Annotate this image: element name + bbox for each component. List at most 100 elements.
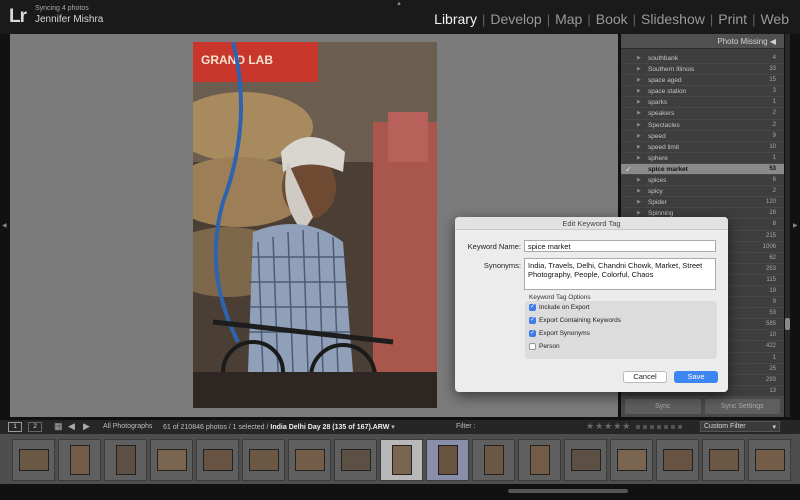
expand-triangle-icon[interactable]: ▶ [637, 77, 641, 83]
module-book[interactable]: Book [591, 11, 633, 27]
custom-filter-select[interactable]: Custom Filter ▾ [700, 421, 780, 432]
module-print[interactable]: Print [713, 11, 752, 27]
filmstrip-cell[interactable] [564, 439, 607, 481]
option-export-containing-keywords[interactable]: ✓ Export Containing Keywords [529, 317, 621, 324]
grid-view-icon[interactable]: ▦ [54, 421, 63, 432]
filmstrip-cell[interactable] [472, 439, 515, 481]
keyword-row[interactable]: ▶ spices 6 [621, 175, 784, 187]
keyword-name: Spectacles [648, 121, 680, 129]
filmstrip-cell[interactable] [702, 439, 745, 481]
expand-triangle-icon[interactable]: ▶ [637, 55, 641, 61]
save-button[interactable]: Save [674, 371, 718, 383]
filmstrip-cell[interactable] [104, 439, 147, 481]
secondary-monitor-button[interactable]: 2 [28, 422, 42, 432]
option-export-synonyms[interactable]: ✓ Export Synonyms [529, 330, 590, 337]
color-label-filter[interactable] [636, 425, 682, 429]
cancel-button[interactable]: Cancel [623, 371, 667, 383]
expand-triangle-icon[interactable]: ▶ [637, 122, 641, 128]
filmstrip-thumbnail [709, 449, 739, 471]
keyword-row[interactable]: ▶ Southern Illinois 33 [621, 64, 784, 76]
collapse-left-icon[interactable]: ◀ [2, 222, 7, 229]
filmstrip-cell[interactable] [426, 439, 469, 481]
keyword-name-input[interactable] [524, 240, 716, 252]
panel-scroll-thumb[interactable] [785, 318, 790, 330]
source-label[interactable]: All Photographs [103, 423, 152, 430]
keyword-row[interactable]: ▶ speed 9 [621, 131, 784, 142]
expand-triangle-icon[interactable]: ▶ [637, 66, 641, 72]
checkbox[interactable]: ✓ [529, 317, 536, 324]
filmstrip-cell[interactable] [150, 439, 193, 481]
back-arrow-icon[interactable]: ◀ [68, 421, 75, 432]
filename-menu-icon[interactable]: ▾ [389, 424, 395, 431]
panel-scrollbar[interactable] [785, 34, 790, 417]
keyword-name-label: Keyword Name: [467, 242, 521, 251]
panel-header[interactable]: Photo Missing ◀ [621, 34, 784, 49]
filmstrip-cell[interactable] [518, 439, 561, 481]
keyword-row[interactable]: ▶ Spider 120 [621, 197, 784, 209]
option-include-on-export[interactable]: ✓ Include on Export [529, 304, 590, 311]
keyword-row[interactable]: ▶ speakers 2 [621, 108, 784, 120]
option-person[interactable]: Person [529, 343, 560, 350]
module-library[interactable]: Library [429, 11, 482, 27]
filmstrip-cell[interactable] [656, 439, 699, 481]
synonyms-input[interactable]: India, Travels, Delhi, Chandni Chowk, Ma… [524, 258, 716, 290]
sync-settings-button[interactable]: Sync Settings [704, 399, 780, 414]
expand-triangle-icon[interactable]: ▶ [637, 188, 641, 194]
module-map[interactable]: Map [550, 11, 587, 27]
module-slideshow[interactable]: Slideshow [636, 11, 710, 27]
photo-count-text: 61 of 210846 photos / 1 selected / [163, 424, 271, 431]
expand-triangle-icon[interactable]: ▶ [637, 177, 641, 183]
filmstrip-cell[interactable] [196, 439, 239, 481]
filmstrip-cell[interactable] [748, 439, 791, 481]
expand-triangle-icon[interactable]: ▶ [637, 133, 641, 139]
sync-button[interactable]: Sync [625, 399, 701, 414]
module-web[interactable]: Web [755, 11, 794, 27]
keyword-name: spices [648, 177, 667, 185]
keyword-row[interactable]: ▶ sparks 1 [621, 97, 784, 109]
expand-triangle-icon[interactable]: ▶ [637, 144, 641, 150]
collapse-right-icon[interactable]: ▶ [793, 222, 798, 229]
checkbox[interactable]: ✓ [529, 330, 536, 337]
filmstrip-scroll-thumb[interactable] [508, 489, 628, 493]
filmstrip-cell[interactable] [58, 439, 101, 481]
collapse-top-icon[interactable]: ▲ [396, 1, 402, 7]
expand-triangle-icon[interactable]: ▶ [637, 88, 641, 94]
keyword-row[interactable]: ▶ Spectacles 2 [621, 120, 784, 131]
keyword-row[interactable]: ▶ southbank 4 [621, 53, 784, 65]
keyword-row[interactable]: ✓ ▶ spice market 53 [621, 163, 784, 176]
keyword-row[interactable]: ▶ sphere 1 [621, 153, 784, 164]
module-develop[interactable]: Develop [485, 11, 546, 27]
rating-filter[interactable]: ★★★★★ [586, 421, 631, 432]
filmstrip-cell[interactable] [242, 439, 285, 481]
filmstrip-cell[interactable] [12, 439, 55, 481]
filmstrip-scrollbar[interactable] [0, 486, 800, 500]
checkbox[interactable] [529, 343, 536, 350]
filmstrip-cell[interactable] [380, 439, 423, 481]
keyword-name: space aged [648, 77, 682, 85]
expand-triangle-icon[interactable]: ▶ [637, 99, 641, 105]
expand-triangle-icon[interactable]: ▶ [637, 166, 641, 172]
collapse-panel-icon[interactable]: ◀ [770, 37, 776, 46]
expand-triangle-icon[interactable]: ▶ [637, 210, 641, 216]
keyword-name: spicy [648, 188, 663, 196]
filmstrip-cell[interactable] [288, 439, 331, 481]
forward-arrow-icon[interactable]: ▶ [83, 421, 90, 432]
checkbox[interactable]: ✓ [529, 304, 536, 311]
keyword-row[interactable]: ▶ spicy 2 [621, 186, 784, 198]
filmstrip-thumbnail [295, 449, 325, 471]
photo-artwork: GRAND LAB [193, 42, 437, 408]
filmstrip-cell[interactable] [610, 439, 653, 481]
keyword-row[interactable]: ▶ space station 3 [621, 86, 784, 98]
keyword-row[interactable]: ▶ speed limit 10 [621, 142, 784, 153]
custom-filter-value: Custom Filter [704, 423, 746, 430]
expand-triangle-icon[interactable]: ▶ [637, 110, 641, 116]
filmstrip-cell[interactable] [334, 439, 377, 481]
expand-triangle-icon[interactable]: ▶ [637, 155, 641, 161]
keyword-check-icon[interactable]: ✓ [625, 165, 632, 174]
expand-triangle-icon[interactable]: ▶ [637, 199, 641, 205]
sync-status[interactable]: Syncing 4 photos [35, 5, 89, 12]
primary-monitor-button[interactable]: 1 [8, 422, 22, 432]
keyword-row[interactable]: ▶ space aged 15 [621, 75, 784, 87]
keyword-name: speed limit [648, 143, 680, 151]
keyword-count: 53 [769, 165, 776, 172]
